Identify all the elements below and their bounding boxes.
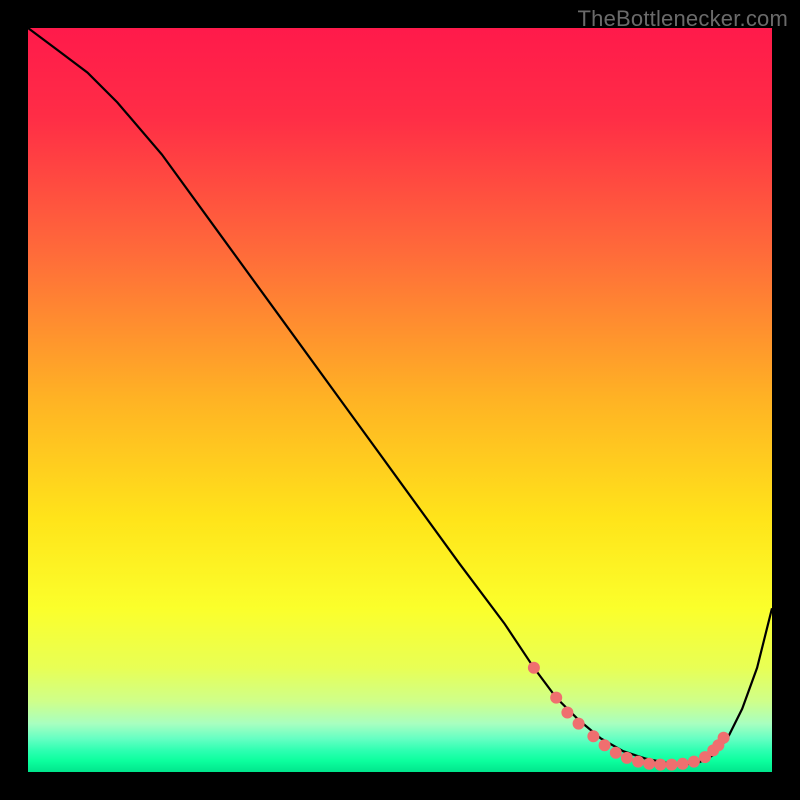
marker-point (677, 758, 689, 770)
marker-point (573, 718, 585, 730)
marker-point (643, 758, 655, 770)
marker-point (528, 662, 540, 674)
marker-point (666, 759, 678, 771)
marker-point (550, 692, 562, 704)
gradient-background (28, 28, 772, 772)
marker-point (587, 730, 599, 742)
marker-point (599, 739, 611, 751)
marker-point (561, 707, 573, 719)
marker-point (632, 756, 644, 768)
marker-point (654, 759, 666, 771)
marker-point (718, 732, 730, 744)
marker-point (621, 752, 633, 764)
marker-point (610, 747, 622, 759)
bottleneck-chart (28, 28, 772, 772)
marker-point (688, 756, 700, 768)
chart-frame (28, 28, 772, 772)
